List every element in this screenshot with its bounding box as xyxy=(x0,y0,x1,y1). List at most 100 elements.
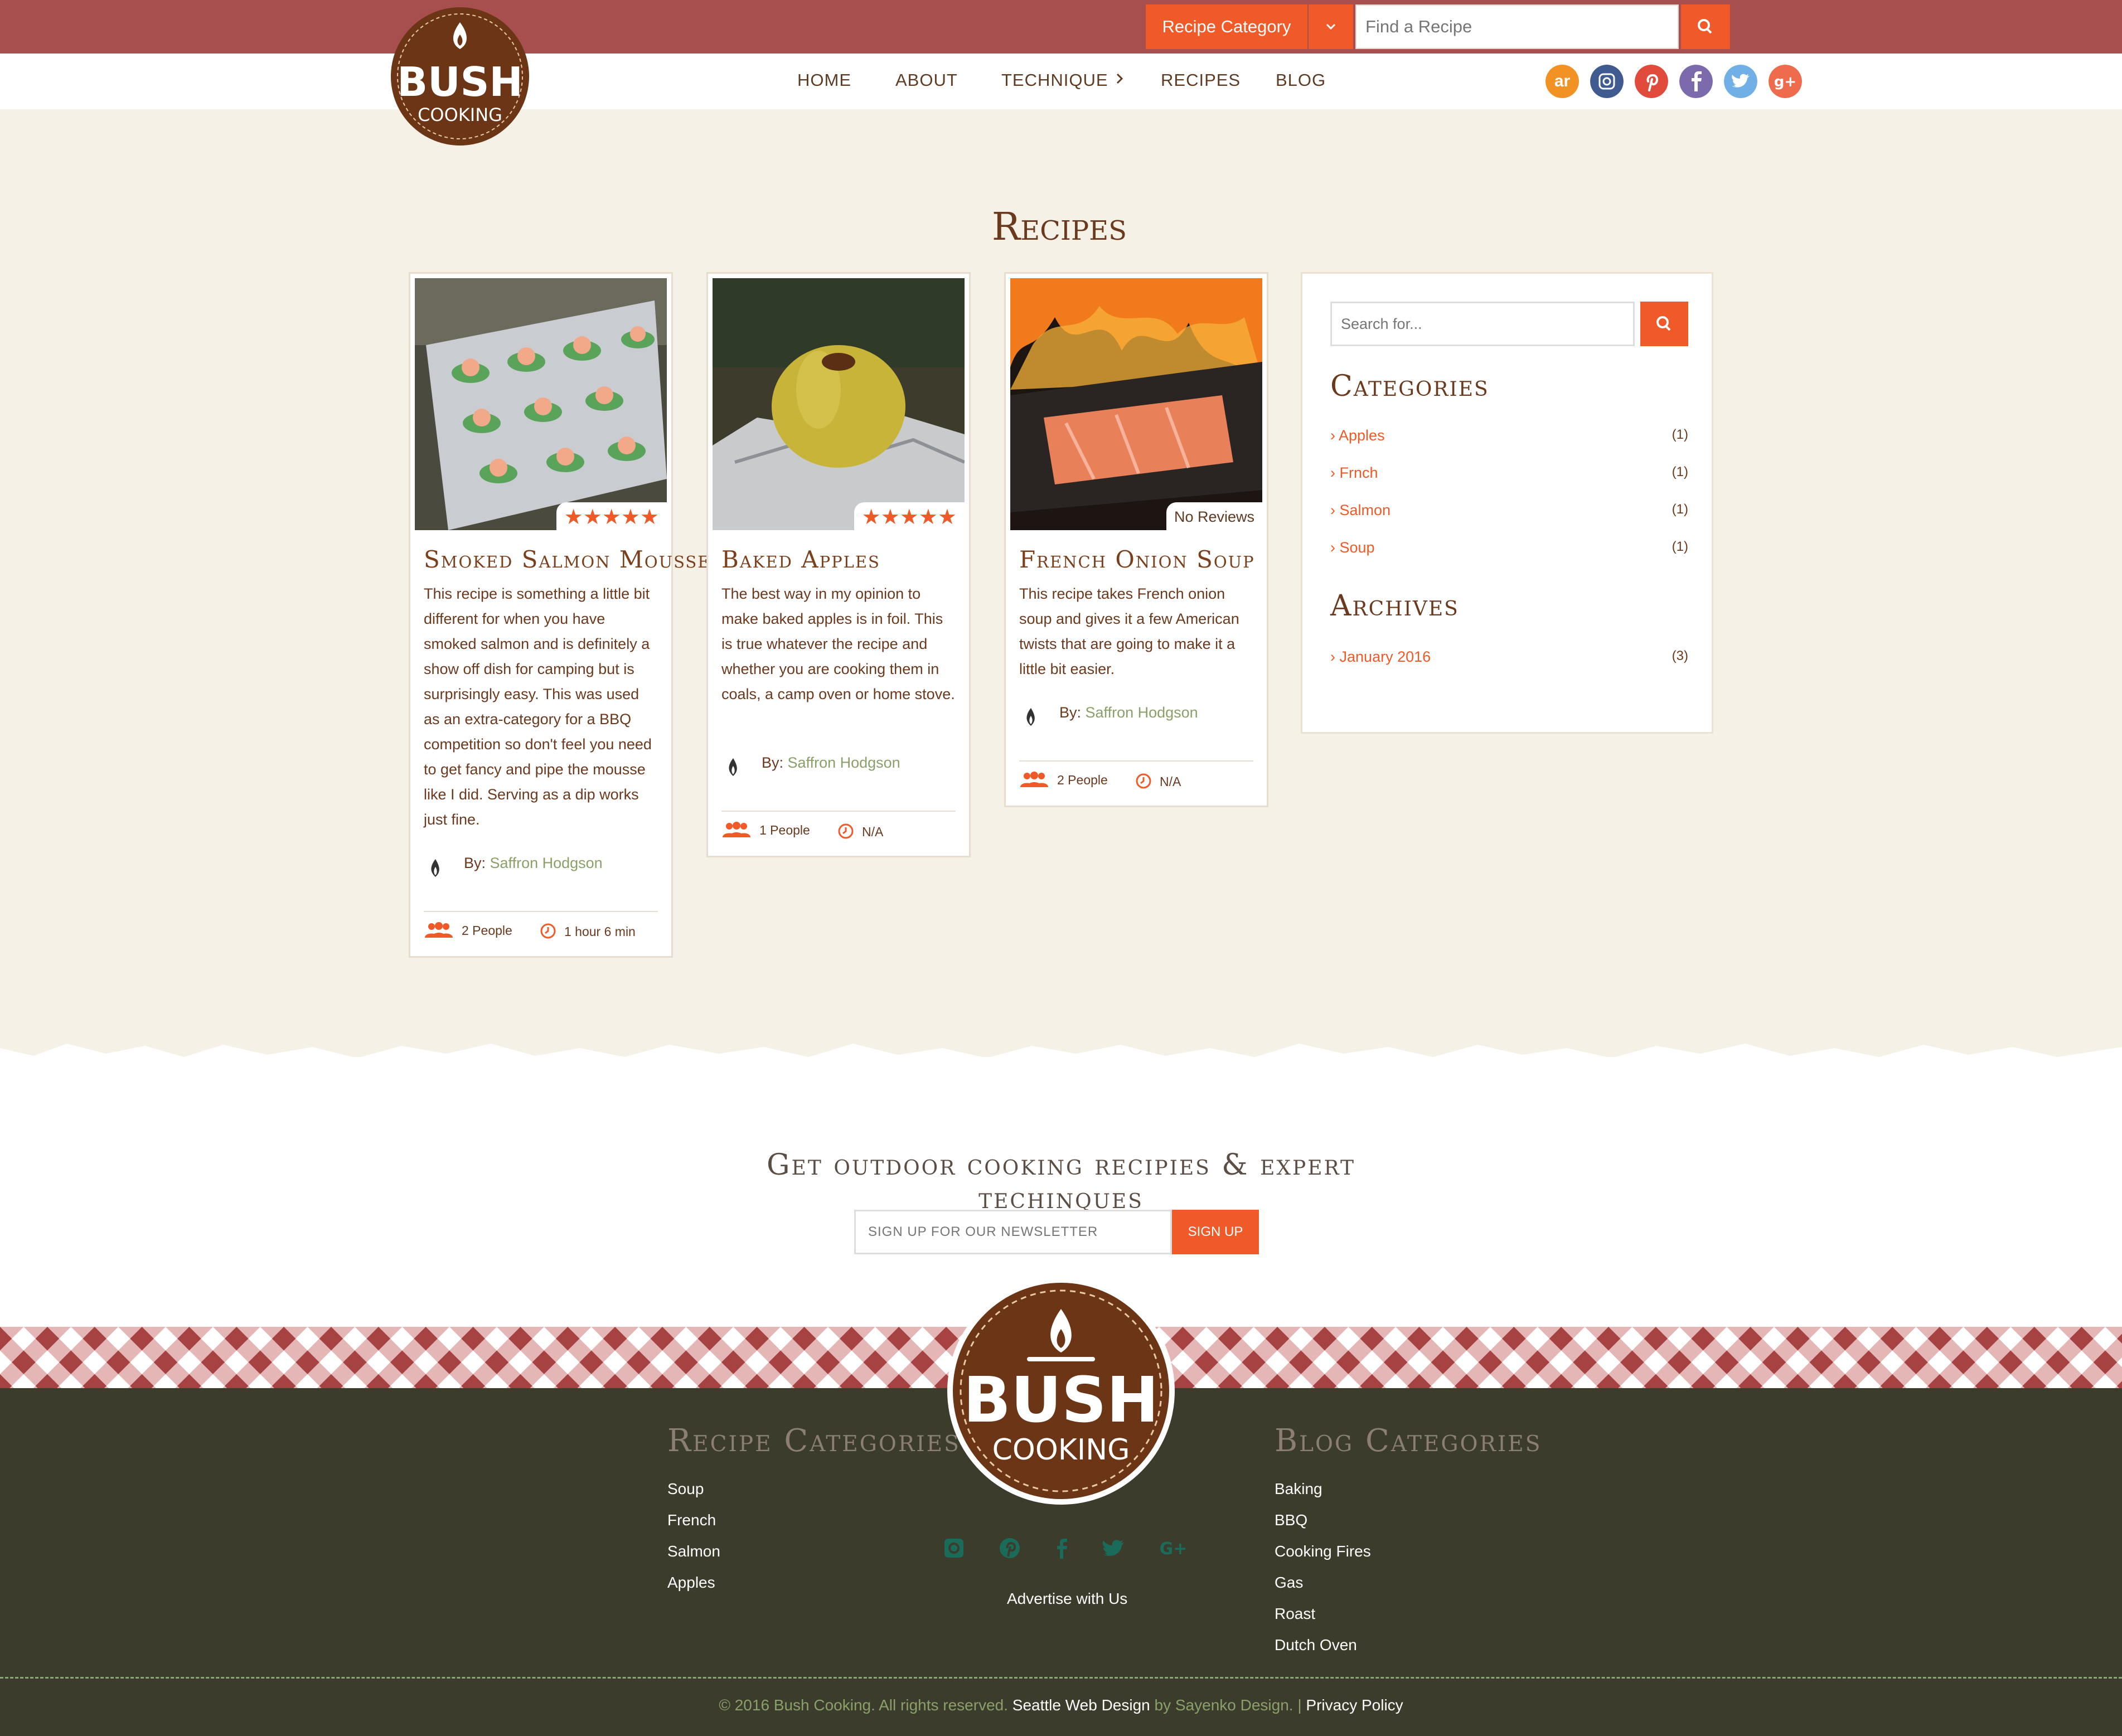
facebook-icon[interactable] xyxy=(1679,65,1713,98)
search-icon xyxy=(1656,316,1671,331)
author-link[interactable]: Saffron Hodgson xyxy=(1086,704,1198,721)
instagram-icon[interactable] xyxy=(1590,65,1624,98)
recipe-category-button[interactable]: Recipe Category xyxy=(1146,4,1307,49)
servings: 2 People xyxy=(462,923,512,938)
advertise-link[interactable]: Advertise with Us xyxy=(1007,1590,1127,1608)
chevron-right-icon: › xyxy=(1330,464,1335,481)
nav-about[interactable]: ABOUT xyxy=(895,70,958,90)
flame-icon xyxy=(431,859,439,877)
nav-technique-label: TECHNIQUE xyxy=(1001,70,1108,90)
recipe-card[interactable]: ★★★★★ Smoked Salmon Mousse This recipe i… xyxy=(409,272,709,958)
flame-icon xyxy=(1026,708,1035,726)
chevron-right-icon: › xyxy=(1330,539,1335,556)
cook-time: N/A xyxy=(1160,774,1181,789)
footer-blog-category-link[interactable]: Roast xyxy=(1275,1605,1315,1623)
newsletter-title: Get outdoor cooking recipies & expert te… xyxy=(767,1148,1355,1215)
footer-dashed-divider xyxy=(0,1677,2122,1679)
card-divider xyxy=(721,811,956,812)
nav-home[interactable]: HOME xyxy=(797,70,851,90)
recipe-title[interactable]: Smoked Salmon Mousse xyxy=(424,546,710,573)
people-icon xyxy=(723,822,750,837)
recipe-author: By: Saffron Hodgson xyxy=(464,855,603,871)
people-icon xyxy=(425,922,453,938)
footer-logo[interactable]: BUSH COOKING xyxy=(946,1276,1176,1506)
footer-recipe-category-link[interactable]: Soup xyxy=(667,1480,704,1498)
footer-recipe-category-link[interactable]: Salmon xyxy=(667,1543,720,1560)
footer-recipe-category-link[interactable]: Apples xyxy=(667,1574,715,1592)
clock-icon xyxy=(540,923,556,939)
torn-paper-edge xyxy=(0,1044,2122,1087)
recipe-categories-heading: Recipe Categories xyxy=(667,1423,961,1459)
servings: 1 People xyxy=(759,823,810,837)
author-link[interactable]: Saffron Hodgson xyxy=(490,855,603,871)
twitter-icon[interactable] xyxy=(1724,65,1757,98)
cook-time: N/A xyxy=(862,825,884,839)
footer-facebook-icon[interactable] xyxy=(1048,1534,1076,1562)
nav-recipes[interactable]: RECIPES xyxy=(1161,70,1241,90)
recipe-description: The best way in my opinion to make baked… xyxy=(721,585,955,702)
designer-credit: by Sayenko Design. | xyxy=(1154,1696,1302,1714)
seattle-web-design-link[interactable]: Seattle Web Design xyxy=(1012,1696,1150,1714)
footer-blog-category-link[interactable]: Gas xyxy=(1275,1574,1303,1592)
recipe-image-salmon-mousse[interactable] xyxy=(415,278,667,530)
recipe-card[interactable]: No Reviews French Onion Soup This recipe… xyxy=(1004,272,1268,807)
recipe-author: By: Saffron Hodgson xyxy=(1059,704,1198,721)
recipe-image-baked-apples[interactable] xyxy=(713,278,965,530)
sidebar-category-item[interactable]: › Apples (1) xyxy=(1330,427,1688,444)
chevron-down-icon xyxy=(1326,23,1336,30)
chevron-right-icon: › xyxy=(1330,427,1335,444)
svg-text:g+: g+ xyxy=(1774,74,1796,90)
chevron-right-icon: › xyxy=(1330,648,1335,665)
find-recipe-search-button[interactable] xyxy=(1681,4,1730,49)
sidebar-search-input[interactable] xyxy=(1330,302,1635,346)
chevron-right-icon xyxy=(1117,73,1123,84)
copyright-text: © 2016 Bush Cooking. All rights reserved… xyxy=(719,1696,1008,1714)
rating-badge: No Reviews xyxy=(1166,502,1262,530)
svg-text:COOKING: COOKING xyxy=(992,1433,1130,1467)
footer-pinterest-icon[interactable] xyxy=(996,1534,1024,1562)
recipe-author: By: Saffron Hodgson xyxy=(762,754,900,771)
recipe-description: This recipe takes French onion soup and … xyxy=(1019,585,1239,677)
recipe-card[interactable]: ★★★★★ Baked Apples The best way in my op… xyxy=(706,272,971,857)
people-icon xyxy=(1020,772,1048,787)
sidebar-search-button[interactable] xyxy=(1640,302,1688,346)
search-icon xyxy=(1698,19,1712,34)
category-dropdown-toggle[interactable] xyxy=(1309,4,1353,49)
pinterest-icon[interactable] xyxy=(1635,65,1668,98)
newsletter-email-input[interactable] xyxy=(854,1210,1172,1254)
footer-blog-category-link[interactable]: Dutch Oven xyxy=(1275,1636,1357,1654)
footer-twitter-icon[interactable] xyxy=(1099,1534,1127,1562)
flame-icon xyxy=(729,758,737,776)
sidebar-archive-item[interactable]: › January 2016 (3) xyxy=(1330,648,1688,666)
nav-technique[interactable]: TECHNIQUE xyxy=(1001,70,1126,90)
servings: 2 People xyxy=(1057,773,1108,787)
google-plus-icon[interactable]: g+ xyxy=(1769,65,1802,98)
footer-instagram-icon[interactable] xyxy=(940,1534,968,1562)
footer-recipe-category-link[interactable]: French xyxy=(667,1511,716,1529)
footer-blog-category-link[interactable]: Baking xyxy=(1275,1480,1322,1498)
copyright-bar: © 2016 Bush Cooking. All rights reserved… xyxy=(0,1696,2122,1714)
sidebar-category-item[interactable]: › Salmon (1) xyxy=(1330,502,1688,519)
find-recipe-input[interactable] xyxy=(1355,4,1679,49)
recipe-title[interactable]: French Onion Soup xyxy=(1019,546,1255,573)
sidebar-category-item[interactable]: › Soup (1) xyxy=(1330,539,1688,556)
newsletter-signup-button[interactable]: SIGN UP xyxy=(1172,1210,1259,1254)
recipe-image-french-onion-soup[interactable] xyxy=(1010,278,1262,530)
site-logo[interactable]: BUSH COOKING xyxy=(390,7,530,146)
rating-stars: ★★★★★ xyxy=(556,502,667,530)
sidebar-category-item[interactable]: › Frnch (1) xyxy=(1330,464,1688,482)
footer-blog-category-link[interactable]: BBQ xyxy=(1275,1511,1307,1529)
recipe-description: This recipe is something a little bit di… xyxy=(424,585,652,828)
page-title: Recipes xyxy=(991,205,1127,249)
privacy-policy-link[interactable]: Privacy Policy xyxy=(1306,1696,1403,1714)
svg-text:G+: G+ xyxy=(1160,1539,1186,1559)
chevron-right-icon: › xyxy=(1330,502,1335,518)
nav-blog[interactable]: BLOG xyxy=(1276,70,1326,90)
allrecipes-icon[interactable]: ar xyxy=(1546,65,1579,98)
author-link[interactable]: Saffron Hodgson xyxy=(788,754,900,771)
footer-blog-category-link[interactable]: Cooking Fires xyxy=(1275,1543,1371,1560)
clock-icon xyxy=(1136,773,1151,789)
card-divider xyxy=(424,911,658,912)
recipe-title[interactable]: Baked Apples xyxy=(721,546,880,573)
footer-google-plus-icon[interactable]: G+ xyxy=(1159,1534,1186,1562)
